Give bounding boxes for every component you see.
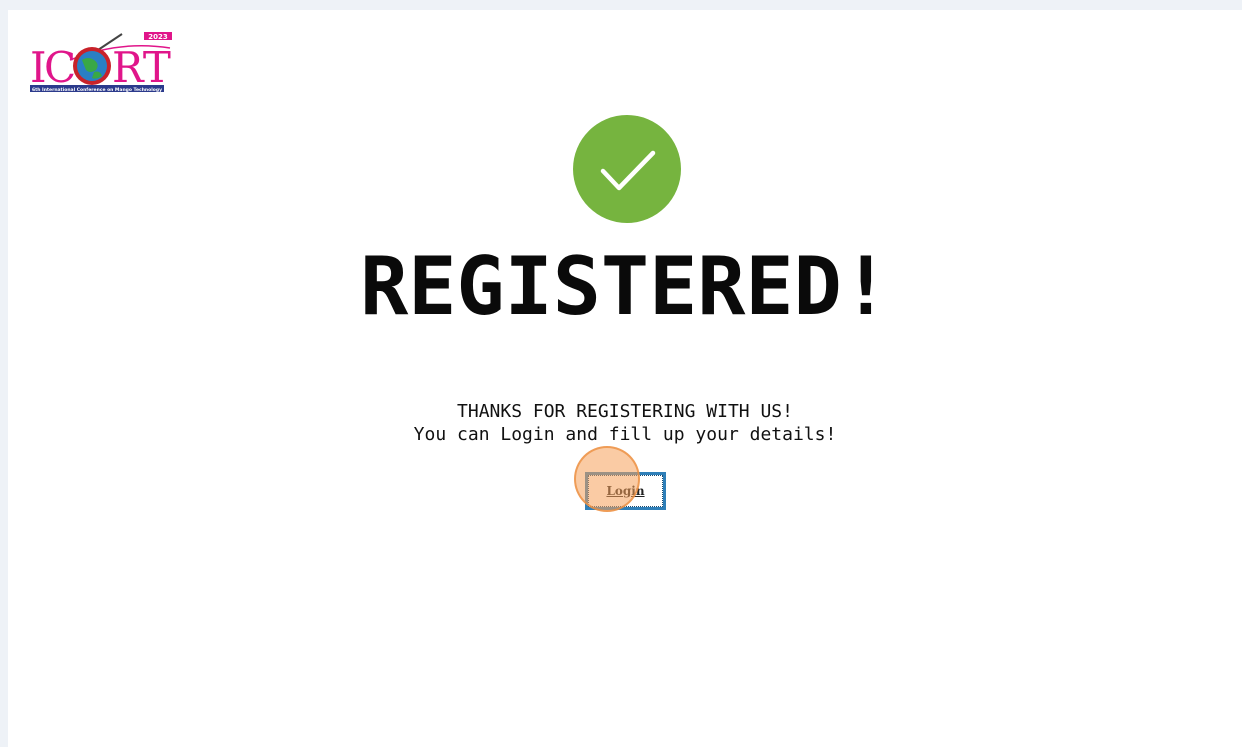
logo-badge: 2023 <box>148 33 168 41</box>
success-checkmark-icon <box>573 115 681 223</box>
thanks-message: THANKS FOR REGISTERING WITH US! You can … <box>8 400 1242 446</box>
svg-text:C: C <box>44 43 76 92</box>
thanks-line-1: THANKS FOR REGISTERING WITH US! <box>457 401 793 422</box>
svg-text:RT: RT <box>112 43 171 92</box>
login-button[interactable]: Login <box>585 472 666 510</box>
registration-success-page: 2023 I C RT 6th International Conference… <box>8 10 1242 747</box>
thanks-line-2: You can Login and fill up your details! <box>413 424 837 445</box>
page-title: REGISTERED! <box>360 240 890 333</box>
logo-caption: 6th International Conference on Mango Te… <box>32 87 162 93</box>
icort-logo: 2023 I C RT 6th International Conference… <box>30 30 176 94</box>
